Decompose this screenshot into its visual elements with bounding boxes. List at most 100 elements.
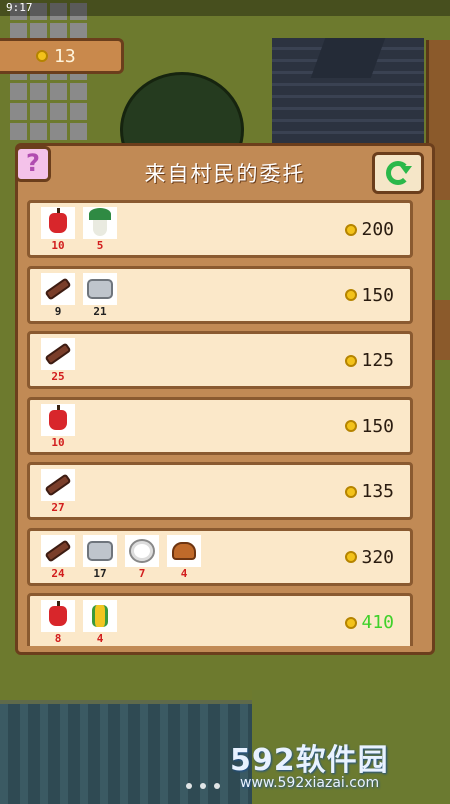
reward-value: 135 xyxy=(361,481,394,502)
item-quantity: 10 xyxy=(51,435,65,449)
request-items: 27 xyxy=(40,469,76,513)
item-quantity: 21 xyxy=(93,304,107,318)
stone-icon xyxy=(87,278,113,299)
refresh-icon xyxy=(386,161,412,185)
item-quantity: 24 xyxy=(51,566,65,580)
request-items: 84 xyxy=(40,600,118,644)
item-icon-box xyxy=(41,272,75,305)
coin-icon xyxy=(345,616,358,629)
request-row[interactable]: 24 17 7 4 320 xyxy=(27,527,413,586)
request-items: 10 5 xyxy=(40,207,118,251)
item-quantity: 27 xyxy=(51,501,65,514)
request-items: 25 xyxy=(40,338,76,382)
reward-value: 200 xyxy=(361,219,394,240)
item-icon-box xyxy=(41,207,75,239)
request-item: 10 xyxy=(40,207,76,251)
page-dot xyxy=(200,783,206,789)
coin-counter: 13 xyxy=(0,38,124,74)
item-icon-box xyxy=(41,469,75,501)
wood-icon xyxy=(44,276,72,301)
reward: 125 xyxy=(345,350,394,371)
corn-icon xyxy=(92,605,108,627)
request-item: 25 xyxy=(40,338,76,382)
item-quantity: 25 xyxy=(51,370,65,383)
request-item: 21 xyxy=(82,272,118,318)
item-icon-box xyxy=(167,534,201,567)
watermark: 592软件园 www.592xiazai.com xyxy=(230,735,450,800)
request-item: 4 xyxy=(166,534,202,580)
request-row[interactable]: 9 21 150 xyxy=(27,265,413,324)
watermark-logo: 592软件园 xyxy=(230,743,389,778)
page-dots xyxy=(186,783,246,793)
item-icon-box xyxy=(83,534,117,567)
refresh-button[interactable] xyxy=(372,152,424,194)
reward: 150 xyxy=(345,285,394,306)
coin-icon xyxy=(345,551,358,563)
request-item: 17 xyxy=(82,534,118,580)
status-time: 9:17 xyxy=(6,1,33,14)
item-icon-box xyxy=(41,403,75,436)
item-quantity: 5 xyxy=(96,239,104,252)
apple-icon xyxy=(49,404,67,430)
coin-icon xyxy=(345,354,358,367)
watermark-url: www.592xiazai.com xyxy=(240,775,380,791)
item-quantity: 4 xyxy=(96,632,104,645)
reward: 135 xyxy=(345,481,394,502)
request-row[interactable]: 25 125 xyxy=(27,331,413,389)
item-icon-box xyxy=(41,338,75,370)
item-quantity: 8 xyxy=(54,632,62,645)
request-item: 27 xyxy=(40,469,76,513)
request-item: 8 xyxy=(40,600,76,644)
item-quantity: 17 xyxy=(93,566,107,580)
cotton-icon xyxy=(129,538,155,563)
request-row[interactable]: 8 4 410 xyxy=(27,593,413,646)
reward-value: 320 xyxy=(361,546,394,568)
wood-icon xyxy=(44,342,72,366)
coin-icon xyxy=(36,50,48,62)
request-row[interactable]: 10 150 xyxy=(27,396,413,455)
item-icon-box xyxy=(83,207,117,239)
request-item: 7 xyxy=(124,534,160,580)
page-dot xyxy=(214,783,220,789)
reward-value: 410 xyxy=(361,612,394,633)
item-icon-box xyxy=(83,600,117,632)
item-quantity: 4 xyxy=(180,566,188,580)
status-bar: 9:17 xyxy=(0,0,450,16)
item-quantity: 10 xyxy=(51,239,65,252)
radish-icon xyxy=(89,208,111,236)
coin-icon xyxy=(345,420,358,432)
reward: 150 xyxy=(345,416,394,437)
request-list[interactable]: 10 5 200 9 21 150 25 125 10 150 27 135 24 17 7 4 320 8 4 41… xyxy=(27,200,417,646)
reward: 410 xyxy=(345,612,394,633)
panel-title: 来自村民的委托 xyxy=(144,162,306,186)
item-quantity: 9 xyxy=(54,304,62,318)
coin-icon xyxy=(345,223,358,236)
request-item: 4 xyxy=(82,600,118,644)
reward-value: 150 xyxy=(361,284,394,306)
reward: 320 xyxy=(345,547,394,568)
request-items: 24 17 7 4 xyxy=(40,534,202,580)
help-button[interactable]: ? xyxy=(15,146,51,182)
item-icon-box xyxy=(83,272,117,305)
coin-icon xyxy=(345,485,358,498)
request-item: 24 xyxy=(40,534,76,580)
reward-value: 150 xyxy=(361,415,394,437)
request-row[interactable]: 10 5 200 xyxy=(27,200,413,258)
item-icon-box xyxy=(125,534,159,567)
apple-icon xyxy=(49,208,67,233)
item-quantity: 7 xyxy=(138,566,146,580)
reward: 200 xyxy=(345,219,394,240)
request-item: 9 xyxy=(40,272,76,318)
wood-icon xyxy=(44,538,72,563)
item-icon-box xyxy=(41,600,75,632)
reward-value: 125 xyxy=(361,350,394,371)
request-items: 10 xyxy=(40,403,76,449)
coin-icon xyxy=(345,289,358,301)
request-items: 9 21 xyxy=(40,272,118,318)
request-item: 5 xyxy=(82,207,118,251)
request-row[interactable]: 27 135 xyxy=(27,462,413,520)
coin-value: 13 xyxy=(54,45,76,67)
wood-icon xyxy=(44,473,72,497)
apple-icon xyxy=(49,601,67,626)
item-icon-box xyxy=(41,534,75,567)
